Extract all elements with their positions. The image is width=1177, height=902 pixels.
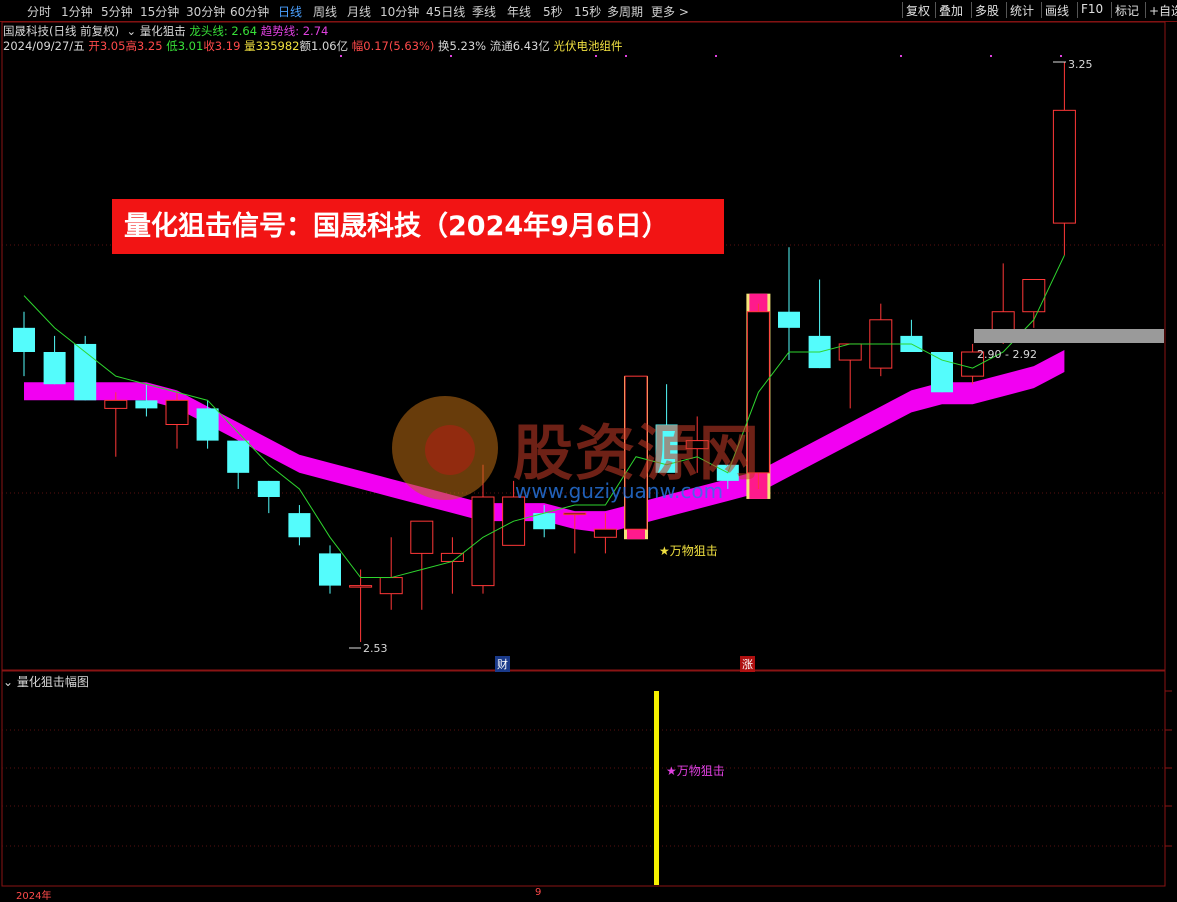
candle-body-up <box>165 399 189 426</box>
dragon-line-label: 龙头线: 2.64 <box>189 24 258 38</box>
signal-banner: 量化狙击信号：国晟科技（2024年9月6日） <box>112 199 724 254</box>
quote-date: 2024/09/27/五 <box>3 39 85 53</box>
candle-body-up <box>379 577 403 595</box>
quote-info-line: 2024/09/27/五 开3.05高3.25 低3.01收3.19 量3359… <box>3 38 623 54</box>
signal-text-sub: ★万物狙击 <box>666 764 725 778</box>
candle-body-up <box>440 552 464 562</box>
candle-body-up <box>563 512 587 516</box>
stock-title[interactable]: 国晟科技(日线 前复权) <box>3 24 119 38</box>
sub-signal-bar <box>654 691 659 885</box>
top-dot-marker <box>1060 55 1062 57</box>
quote-turnover: 换5.23% <box>438 39 487 53</box>
signal-text-main: ★万物狙击 <box>659 544 718 558</box>
candle-body-down <box>931 352 953 393</box>
sub-panel-border <box>1 670 1166 887</box>
axis-month-label: 9 <box>535 887 542 898</box>
candle-body-down <box>227 440 250 473</box>
limit-up-marker[interactable]: 涨 <box>740 656 755 672</box>
quote-change: 幅0.17(5.63%) <box>351 39 435 53</box>
finance-marker[interactable]: 财 <box>495 656 510 672</box>
collapse-icon[interactable]: ⌄ <box>123 24 136 38</box>
candle-body-down <box>43 352 66 385</box>
candle-body-up <box>593 528 617 538</box>
sub-panel-title: ⌄ 量化狙击幅图 <box>3 673 89 690</box>
collapse-icon[interactable]: ⌄ <box>3 675 17 689</box>
quote-low: 低3.01 <box>166 39 204 53</box>
range-label: 2.90 - 2.92 <box>977 348 1037 361</box>
candle-body-down <box>319 553 341 586</box>
sub-panel-name: 量化狙击幅图 <box>16 675 89 689</box>
top-dot-marker <box>900 55 902 57</box>
candle-body-up <box>349 585 373 588</box>
top-dot-marker <box>625 55 627 57</box>
candle-body-up <box>1052 109 1076 224</box>
title-line: 国晟科技(日线 前复权) ⌄ 量化狙击 龙头线: 2.64 趋势线: 2.74 <box>3 23 328 39</box>
high-price-label: 3.25 <box>1068 58 1093 71</box>
candle-body-up <box>1022 279 1046 313</box>
candle-body-up <box>410 520 434 554</box>
low-price-label: 2.53 <box>363 642 388 655</box>
trend-line-label: 趋势线: 2.74 <box>260 24 329 38</box>
top-dot-marker <box>450 55 452 57</box>
quote-volume: 量335982 <box>244 39 300 53</box>
top-dot-marker <box>715 55 717 57</box>
watermark-url: www.guziyuanw.com <box>515 479 724 503</box>
quote-high: 高3.25 <box>125 39 163 53</box>
main-panel-border <box>1 21 1166 671</box>
quote-float: 流通6.43亿 <box>489 39 550 53</box>
quote-open: 开3.05 <box>88 39 126 53</box>
indicator-name[interactable]: 量化狙击 <box>140 24 186 38</box>
top-dot-marker <box>595 55 597 57</box>
candle-body-down <box>135 400 158 409</box>
quote-close: 收3.19 <box>203 39 241 53</box>
range-box <box>974 329 1164 343</box>
candle-body-up <box>104 399 128 409</box>
candle-body-down <box>288 513 311 538</box>
candle-body-down <box>778 311 800 328</box>
candle-body-down <box>13 327 35 352</box>
axis-year-label: 2024年 <box>16 891 52 902</box>
quote-concept[interactable]: 光伏电池组件 <box>554 39 623 53</box>
quote-amount: 额1.06亿 <box>299 39 349 53</box>
candle-body-down <box>196 408 219 441</box>
watermark-logo-inner <box>425 425 475 475</box>
top-dot-marker <box>340 55 342 57</box>
candle-body-down <box>257 480 280 497</box>
candle-body-up <box>471 496 495 587</box>
top-dot-marker <box>990 55 992 57</box>
